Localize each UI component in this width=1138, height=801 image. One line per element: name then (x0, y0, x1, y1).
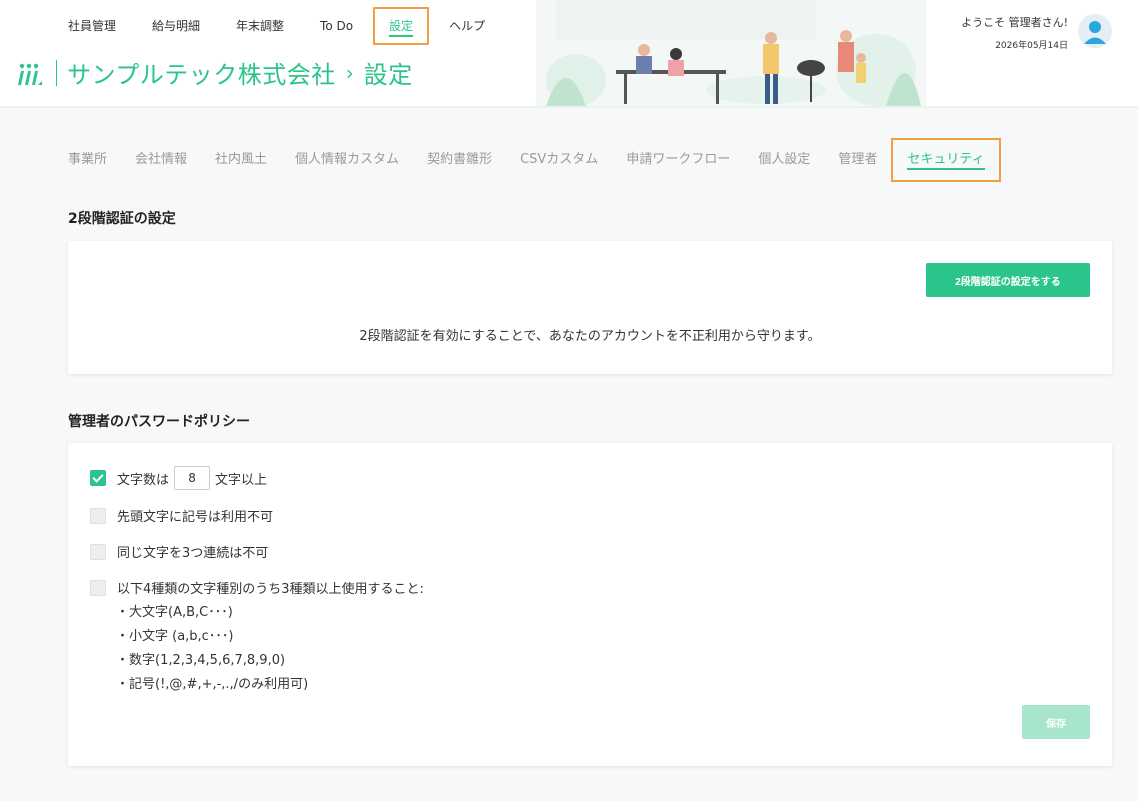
list-item-lowercase: ・小文字 (a,b,c･･･) (116, 629, 234, 644)
tab-company-info[interactable]: 会社情報 (135, 146, 187, 174)
welcome-text: ようこそ 管理者さん! (961, 16, 1068, 29)
min-length-checkbox[interactable] (90, 470, 106, 486)
brand-divider (56, 59, 57, 86)
user-icon (1084, 21, 1106, 44)
nav-payslips[interactable]: 給与明細 (152, 11, 200, 41)
current-date: 2026年05月14日 (995, 41, 1068, 51)
policy-char-types-option: 以下4種類の文字種別のうち3種類以上使用すること: (90, 578, 424, 597)
policy-min-length-option: 文字数は 8 文字以上 (90, 466, 267, 490)
nav-help[interactable]: ヘルプ (449, 11, 485, 41)
password-policy-card: 文字数は 8 文字以上 先頭文字に記号は利用不可 同じ文字を3つ連続は不可 以下… (68, 443, 1112, 766)
tab-personal-settings[interactable]: 個人設定 (758, 146, 810, 174)
tab-security[interactable]: セキュリティ (891, 138, 1001, 182)
char-types-list: ・大文字(A,B,C･･･) ・小文字 (a,b,c･･･) ・数字(1,2,3… (116, 601, 308, 697)
no-leading-symbol-label: 先頭文字に記号は利用不可 (117, 510, 274, 525)
nav-employee-management[interactable]: 社員管理 (68, 11, 116, 41)
tab-administrator[interactable]: 管理者 (838, 146, 877, 174)
user-info: ようこそ 管理者さん! 2026年05月14日 (961, 14, 1068, 51)
company-name: サンプルテック株式会社 (67, 61, 336, 89)
breadcrumb-separator: › (345, 60, 354, 85)
min-length-suffix: 文字以上 (215, 472, 268, 488)
two-factor-card: 2段階認証の設定をする 2段階認証を有効にすることで、あなたのアカウントを不正利… (68, 241, 1112, 374)
setup-two-factor-button[interactable]: 2段階認証の設定をする (926, 263, 1090, 297)
top-navigation: 社員管理 給与明細 年末調整 To Do 設定 ヘルプ (68, 7, 521, 45)
tab-personal-info-custom[interactable]: 個人情報カスタム (295, 146, 399, 174)
tab-request-workflow[interactable]: 申請ワークフロー (626, 146, 730, 174)
two-factor-section-title: 2段階認証の設定 (68, 211, 176, 227)
tab-contract-templates[interactable]: 契約書雛形 (427, 146, 492, 174)
settings-tabs: 事業所 会社情報 社内風土 個人情報カスタム 契約書雛形 CSVカスタム 申請ワ… (68, 138, 1029, 182)
app-header: 社員管理 給与明細 年末調整 To Do 設定 ヘルプ サンプルテック株式会社 … (0, 0, 1138, 108)
no-triple-repeat-checkbox[interactable] (90, 543, 106, 560)
char-types-checkbox[interactable] (90, 579, 106, 596)
nav-year-end-adjustment[interactable]: 年末調整 (236, 11, 284, 41)
page-heading: サンプルテック株式会社 › 設定 (14, 55, 413, 90)
password-policy-section-title: 管理者のパスワードポリシー (68, 414, 250, 430)
save-button[interactable]: 保存 (1022, 705, 1090, 739)
tab-csv-custom[interactable]: CSVカスタム (520, 146, 598, 174)
char-types-label: 以下4種類の文字種別のうち3種類以上使用すること: (117, 582, 424, 597)
no-triple-repeat-label: 同じ文字を3つ連続は不可 (117, 546, 269, 561)
avatar[interactable] (1078, 14, 1112, 48)
page-title: 設定 (363, 61, 413, 89)
policy-no-triple-repeat-option: 同じ文字を3つ連続は不可 (90, 542, 268, 561)
list-item-digits: ・数字(1,2,3,4,5,6,7,8,9,0) (116, 653, 286, 668)
no-leading-symbol-checkbox[interactable] (90, 507, 106, 524)
tab-security-label: セキュリティ (907, 152, 985, 167)
nav-todo[interactable]: To Do (320, 11, 353, 41)
min-length-input[interactable]: 8 (174, 466, 211, 490)
policy-no-leading-symbol-option: 先頭文字に記号は利用不可 (90, 506, 273, 525)
active-tab-underline (907, 168, 985, 170)
tab-company-culture[interactable]: 社内風土 (215, 146, 267, 174)
min-length-prefix: 文字数は (117, 472, 170, 488)
list-item-uppercase: ・大文字(A,B,C･･･) (116, 605, 233, 620)
company-logo-icon[interactable] (14, 58, 44, 88)
two-factor-description: 2段階認証を有効にすることで、あなたのアカウントを不正利用から守ります。 (359, 329, 821, 344)
nav-settings[interactable]: 設定 (373, 7, 430, 45)
header-illustration (536, 0, 926, 106)
list-item-symbols: ・記号(!,@,#,+,-,.,/のみ利用可) (116, 677, 309, 692)
tab-office[interactable]: 事業所 (68, 146, 107, 174)
